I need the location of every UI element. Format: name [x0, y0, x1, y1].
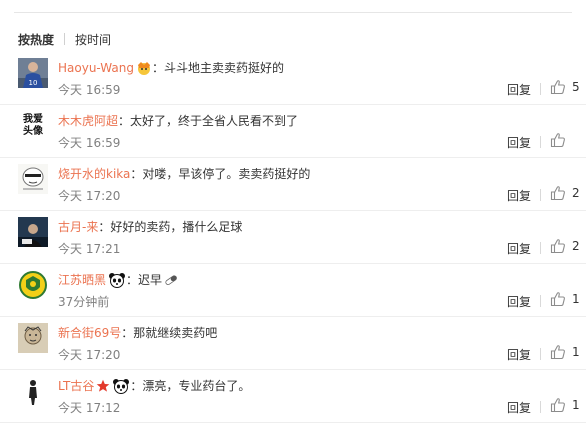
comment-row: 我爱 头像 木木虎阿超 ： 太好了，终于全省人民看不到了 今天 16:59 回复	[0, 105, 586, 158]
avatar[interactable]	[18, 376, 48, 406]
like-button[interactable]: 1	[550, 344, 580, 360]
avatar-text: 头像	[23, 126, 43, 137]
reply-button[interactable]: 回复	[507, 346, 531, 363]
action-divider	[540, 401, 541, 413]
action-divider	[540, 189, 541, 201]
comment-line: 烧开水的kika ： 对喽，早该停了。卖卖药挺好的	[58, 165, 310, 182]
comment-row: 新合街69号 ： 那就继续卖药吧 今天 17:20 回复 1	[0, 317, 586, 370]
action-divider	[540, 136, 541, 148]
thumbs-up-icon	[550, 344, 566, 360]
action-divider	[540, 242, 541, 254]
sort-by-time-tab[interactable]: 按时间	[75, 31, 111, 48]
comment-row: 江苏晒黑 ： 迟早 37分钟前 回复 1	[0, 264, 586, 317]
like-button[interactable]: 2	[550, 185, 580, 201]
comment-text: 漂亮，专业药台了。	[142, 379, 251, 393]
comment-colon: ：	[130, 379, 143, 393]
comment-text: 好好的卖药，播什么足球	[110, 220, 243, 234]
username-link[interactable]: LT古谷	[58, 377, 94, 394]
like-count: 5	[572, 80, 580, 94]
comment-row: 烧开水的kika ： 对喽，早该停了。卖卖药挺好的 今天 17:20 回复 2	[0, 158, 586, 211]
top-divider	[14, 12, 572, 13]
like-button[interactable]	[550, 132, 566, 148]
comment-colon: ：	[121, 326, 134, 340]
avatar[interactable]	[18, 217, 48, 247]
comment-timestamp: 今天 17:21	[58, 242, 121, 256]
reply-button[interactable]: 回复	[507, 399, 531, 416]
thumbs-up-icon	[550, 132, 566, 148]
comment-line: 江苏晒黑 ： 迟早	[58, 271, 178, 288]
reply-button[interactable]: 回复	[507, 293, 531, 310]
star-icon	[96, 379, 110, 393]
avatar[interactable]	[18, 323, 48, 353]
comment-text: 太好了，终于全省人民看不到了	[130, 114, 299, 128]
thumbs-up-icon	[550, 397, 566, 413]
like-count: 2	[572, 239, 580, 253]
like-button[interactable]: 5	[550, 79, 580, 95]
comment-line: 新合街69号 ： 那就继续卖药吧	[58, 324, 217, 341]
comment-colon: ：	[151, 61, 164, 75]
username-link[interactable]: 江苏晒黑	[58, 271, 106, 288]
comment-line: 木木虎阿超 ： 太好了，终于全省人民看不到了	[58, 112, 298, 129]
comment-colon: ：	[126, 273, 139, 287]
comment-list: 10 Haoyu-Wang ： 斗斗地主卖卖药挺好的 今天 16:59 回复 5…	[0, 52, 586, 423]
comment-text: 那就继续卖药吧	[133, 326, 218, 340]
like-button[interactable]: 2	[550, 238, 580, 254]
comment-text: 对喽，早该停了。卖卖药挺好的	[142, 167, 311, 181]
avatar[interactable]: 10	[18, 58, 48, 88]
pill-icon	[164, 274, 178, 285]
comment-timestamp: 今天 17:20	[58, 348, 121, 362]
username-link[interactable]: Haoyu-Wang	[58, 61, 134, 75]
sort-bar: 按热度 按时间	[18, 30, 111, 48]
sort-divider	[64, 33, 66, 45]
avatar[interactable]: 我爱 头像	[18, 111, 48, 141]
comment-text: 迟早	[138, 273, 163, 287]
comment-timestamp: 今天 16:59	[58, 83, 121, 97]
comment-colon: ：	[118, 114, 131, 128]
action-divider	[540, 348, 541, 360]
reply-button[interactable]: 回复	[507, 134, 531, 151]
avatar-text: 我爱	[23, 114, 43, 125]
panda-icon	[108, 272, 126, 288]
thumbs-up-icon	[550, 185, 566, 201]
comment-colon: ：	[98, 220, 111, 234]
comment-text: 斗斗地主卖卖药挺好的	[163, 61, 284, 75]
username-link[interactable]: 新合街69号	[58, 324, 121, 341]
like-count: 1	[572, 292, 580, 306]
thumbs-up-icon	[550, 291, 566, 307]
action-divider	[540, 83, 541, 95]
like-count: 1	[572, 398, 580, 412]
comment-line: Haoyu-Wang ： 斗斗地主卖卖药挺好的	[58, 59, 284, 76]
reply-button[interactable]: 回复	[507, 187, 531, 204]
action-divider	[540, 295, 541, 307]
avatar[interactable]	[18, 270, 48, 300]
comment-line: 古月-来 ： 好好的卖药，播什么足球	[58, 218, 242, 235]
panda-icon	[112, 378, 130, 394]
comment-timestamp: 今天 16:59	[58, 136, 121, 150]
comment-line: LT古谷 ： 漂亮，专业药台了。	[58, 377, 250, 394]
username-link[interactable]: 烧开水的kika	[58, 165, 130, 182]
comment-row: LT古谷 ： 漂亮，专业药台了。 今天 17:12 回复 1	[0, 370, 586, 423]
like-button[interactable]: 1	[550, 291, 580, 307]
username-link[interactable]: 古月-来	[58, 218, 98, 235]
crown-icon	[136, 61, 152, 75]
sort-by-hot-tab[interactable]: 按热度	[18, 31, 54, 48]
svg-text:10: 10	[29, 79, 38, 87]
username-link[interactable]: 木木虎阿超	[58, 112, 118, 129]
comment-row: 10 Haoyu-Wang ： 斗斗地主卖卖药挺好的 今天 16:59 回复 5	[0, 52, 586, 105]
thumbs-up-icon	[550, 238, 566, 254]
comment-timestamp: 今天 17:12	[58, 401, 121, 415]
reply-button[interactable]: 回复	[507, 240, 531, 257]
avatar[interactable]	[18, 164, 48, 194]
like-button[interactable]: 1	[550, 397, 580, 413]
like-count: 2	[572, 186, 580, 200]
comment-timestamp: 今天 17:20	[58, 189, 121, 203]
comment-row: 古月-来 ： 好好的卖药，播什么足球 今天 17:21 回复 2	[0, 211, 586, 264]
comment-colon: ：	[130, 167, 143, 181]
reply-button[interactable]: 回复	[507, 81, 531, 98]
thumbs-up-icon	[550, 79, 566, 95]
comment-timestamp: 37分钟前	[58, 295, 110, 309]
like-count: 1	[572, 345, 580, 359]
